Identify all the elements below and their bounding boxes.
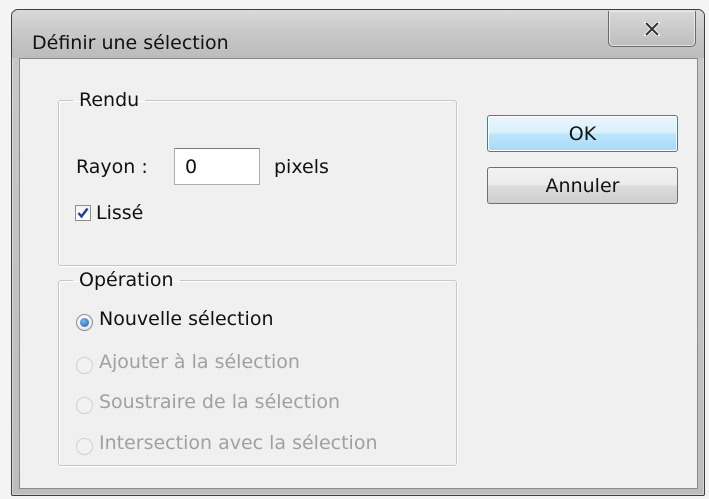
radius-unit-label: pixels <box>274 156 329 178</box>
cancel-button[interactable]: Annuler <box>487 167 678 204</box>
radius-label: Rayon : <box>76 156 148 178</box>
render-group-legend: Rendu <box>79 89 140 111</box>
radio-add-to-selection[interactable] <box>76 357 93 374</box>
option-new-selection-label[interactable]: Nouvelle sélection <box>99 308 274 330</box>
radio-intersect-with-selection[interactable] <box>76 438 93 455</box>
radio-subtract-from-selection[interactable] <box>76 397 93 414</box>
option-subtract-from-selection-label[interactable]: Soustraire de la sélection <box>99 391 340 413</box>
close-icon <box>644 21 660 36</box>
radio-selected-dot <box>80 318 89 327</box>
option-add-to-selection-label[interactable]: Ajouter à la sélection <box>99 351 300 373</box>
title-bar[interactable]: Définir une sélection <box>12 10 704 58</box>
option-intersect-with-selection-label[interactable]: Intersection avec la sélection <box>99 432 378 454</box>
smooth-label[interactable]: Lissé <box>96 202 143 224</box>
close-button[interactable] <box>608 11 696 47</box>
operation-group-legend: Opération <box>79 269 174 291</box>
radio-new-selection[interactable] <box>76 314 93 331</box>
smooth-checkbox[interactable] <box>75 205 91 221</box>
radius-input[interactable] <box>174 148 260 185</box>
dialog-window: Définir une sélection Rendu Rayon : pixe… <box>11 9 705 496</box>
checkmark-icon <box>77 207 89 219</box>
window-title: Définir une sélection <box>32 32 229 54</box>
ok-button[interactable]: OK <box>487 115 678 152</box>
dialog-body: Rendu Rayon : pixels Lissé Opération Nou… <box>19 58 698 489</box>
